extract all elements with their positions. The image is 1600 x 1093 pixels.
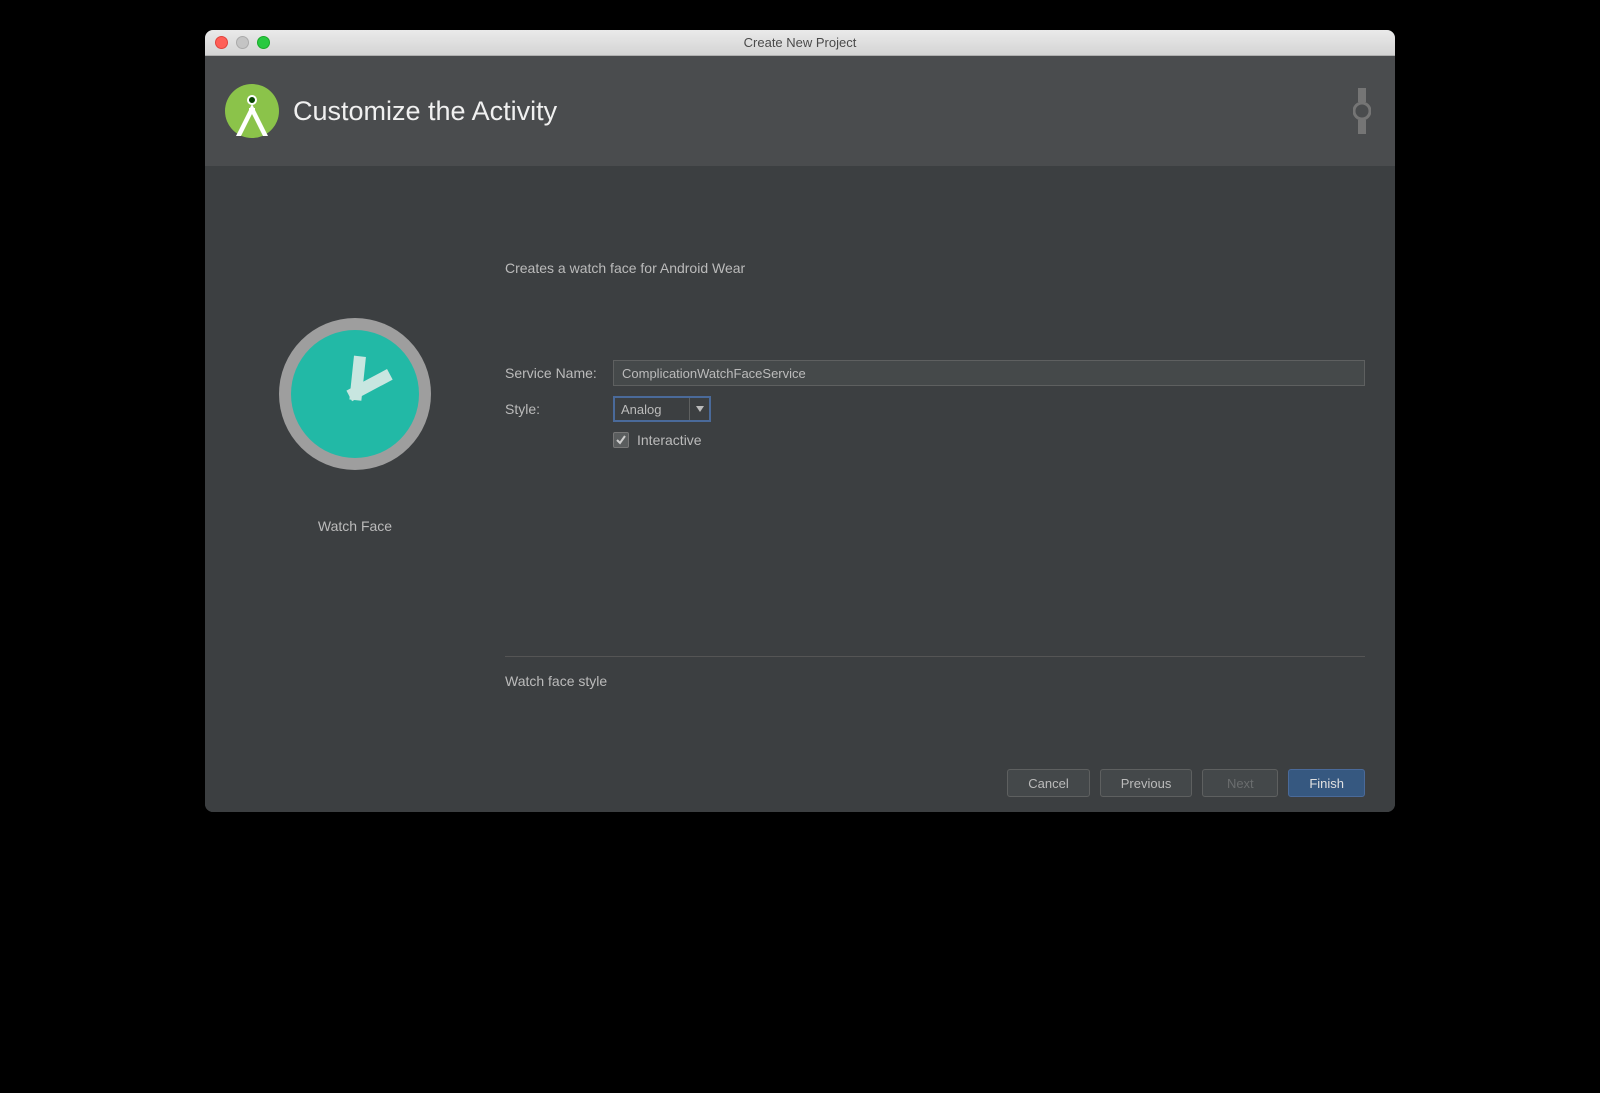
chevron-down-icon	[689, 398, 709, 420]
maximize-button[interactable]	[257, 36, 270, 49]
header-left: Customize the Activity	[223, 82, 557, 140]
watch-face-preview-icon	[277, 316, 433, 472]
service-name-input[interactable]	[613, 360, 1365, 386]
interactive-checkbox[interactable]	[613, 432, 629, 448]
android-studio-icon	[223, 82, 281, 140]
interactive-row: Interactive	[613, 432, 1365, 448]
cancel-button[interactable]: Cancel	[1007, 769, 1089, 797]
help-text: Watch face style	[505, 673, 1365, 689]
content-area: Watch Face Creates a watch face for Andr…	[205, 166, 1395, 754]
checkmark-icon	[615, 434, 627, 446]
finish-button[interactable]: Finish	[1288, 769, 1365, 797]
previous-button[interactable]: Previous	[1100, 769, 1193, 797]
style-label: Style:	[505, 401, 613, 417]
minimize-button[interactable]	[236, 36, 249, 49]
close-button[interactable]	[215, 36, 228, 49]
service-name-label: Service Name:	[505, 365, 613, 381]
dialog-header: Customize the Activity	[205, 56, 1395, 166]
style-select[interactable]: Analog	[613, 396, 711, 422]
style-select-value: Analog	[615, 402, 689, 417]
dialog-footer: Cancel Previous Next Finish	[205, 754, 1395, 812]
titlebar: Create New Project	[205, 30, 1395, 56]
next-button: Next	[1202, 769, 1278, 797]
form-pane: Creates a watch face for Android Wear Se…	[505, 166, 1395, 754]
watch-icon	[1353, 86, 1371, 136]
interactive-label: Interactive	[637, 432, 702, 448]
service-name-row: Service Name:	[505, 360, 1365, 386]
style-row: Style: Analog	[505, 396, 1365, 422]
divider	[505, 656, 1365, 657]
form-description: Creates a watch face for Android Wear	[505, 260, 1365, 276]
preview-pane: Watch Face	[205, 166, 505, 754]
preview-label: Watch Face	[318, 518, 392, 534]
window-controls	[205, 36, 270, 49]
window-title: Create New Project	[744, 35, 857, 50]
dialog-window: Create New Project Customize the Activit…	[205, 30, 1395, 812]
page-title: Customize the Activity	[293, 96, 557, 127]
